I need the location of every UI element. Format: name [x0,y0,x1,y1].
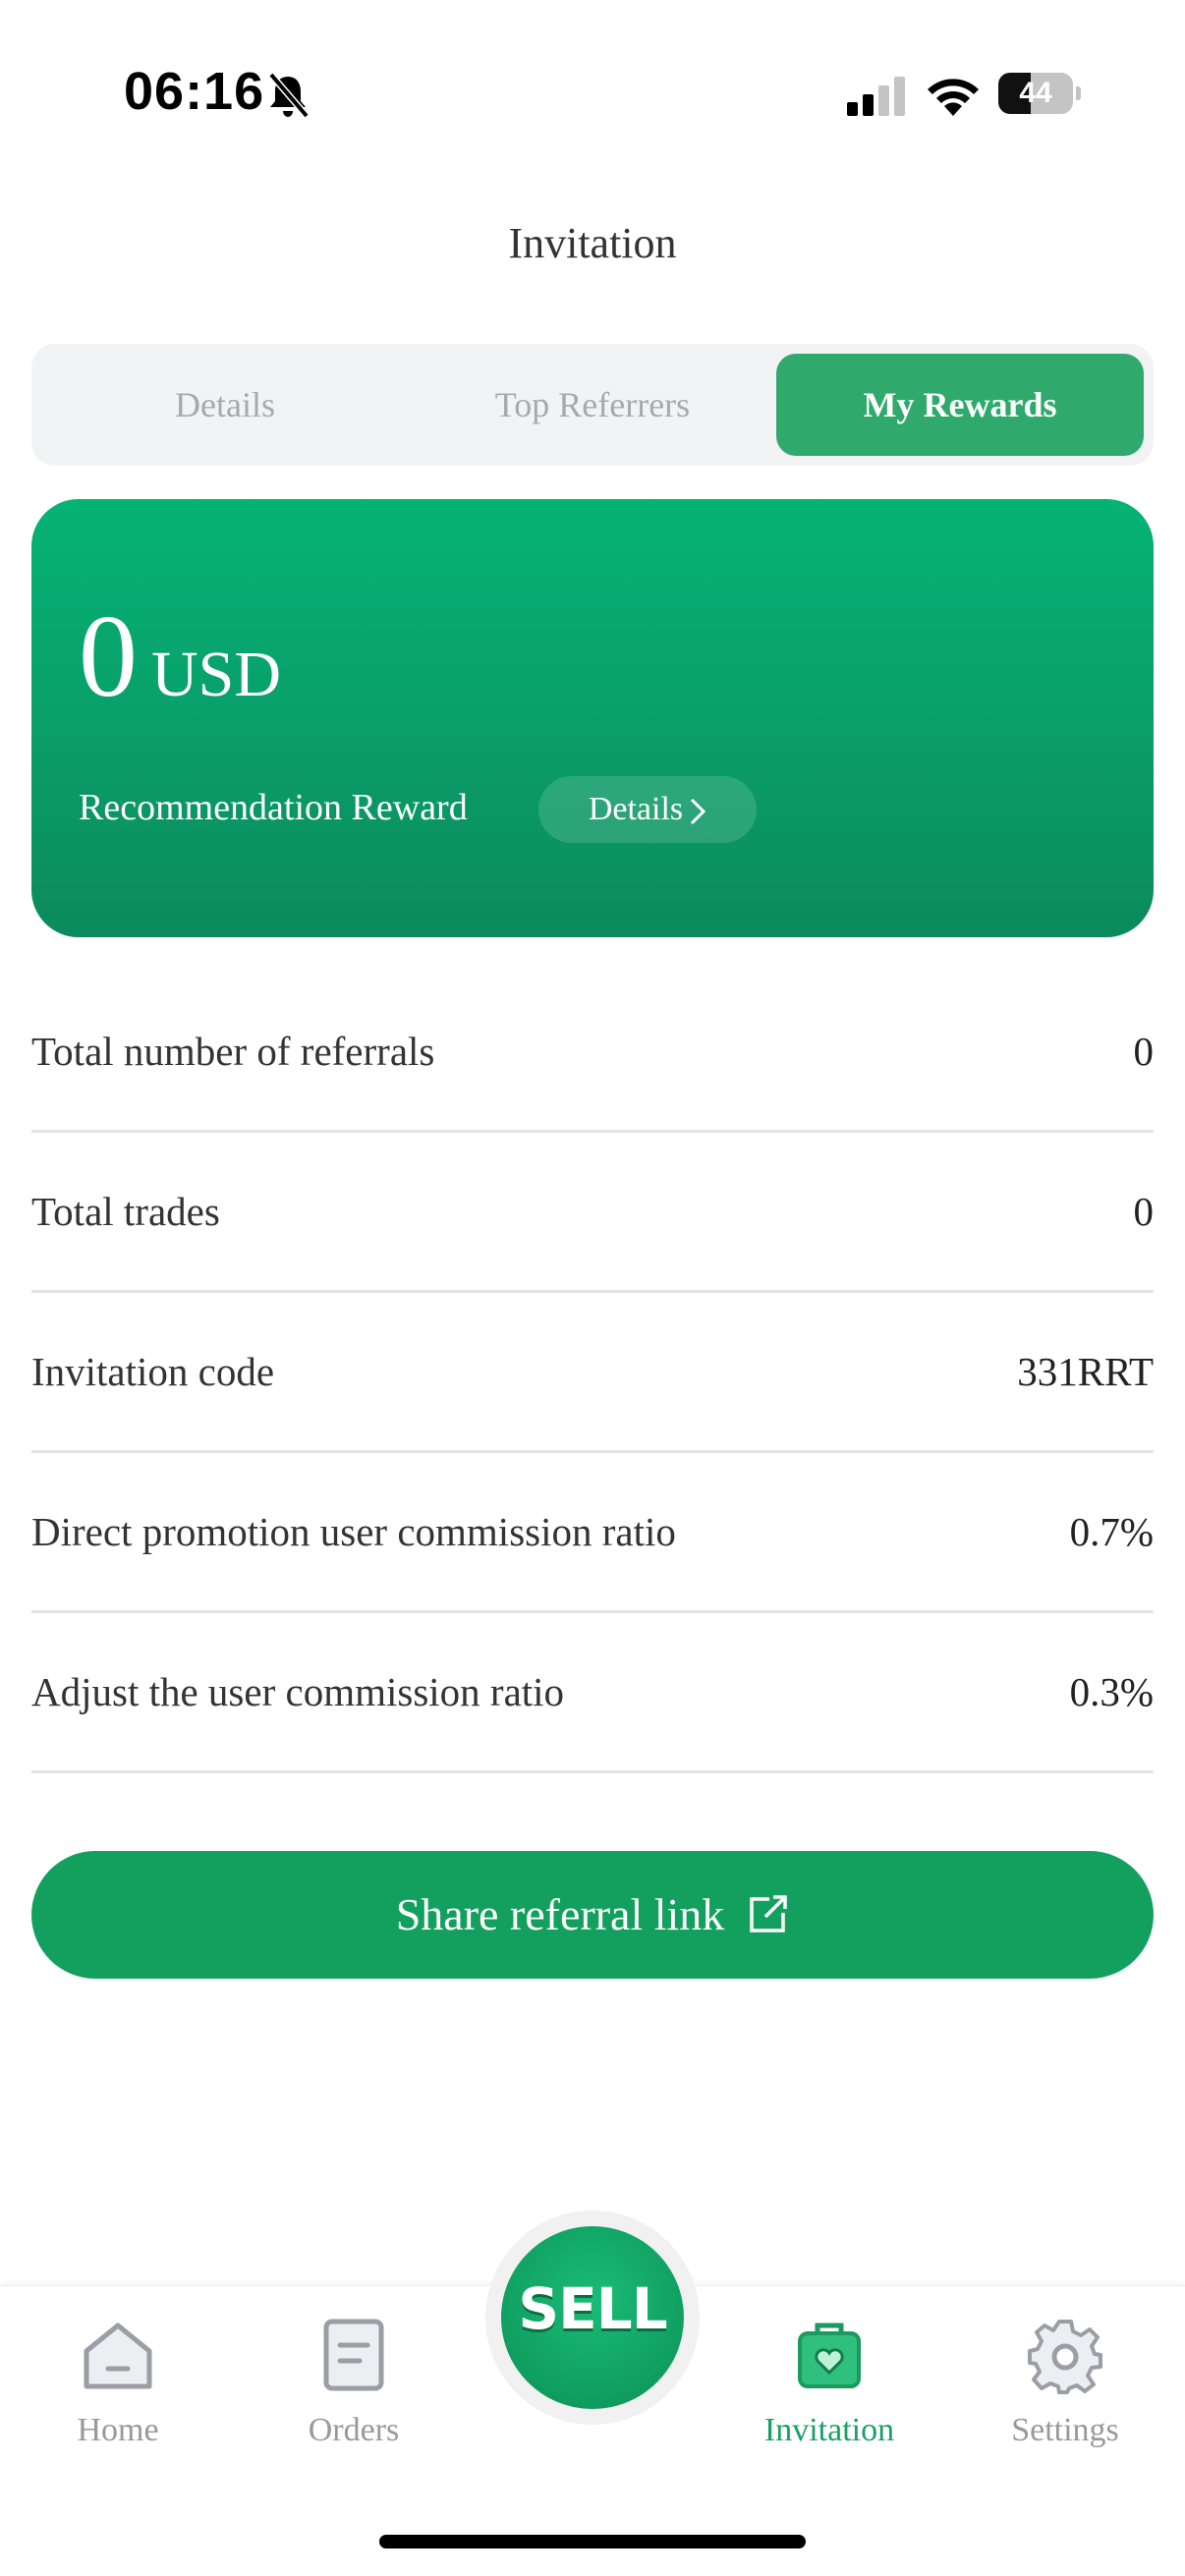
reward-currency: USD [151,639,282,710]
referral-stats-list: Total number of referrals 0 Total trades… [31,973,1154,1773]
external-link-icon [750,1895,788,1933]
info-label: Adjust the user commission ratio [31,1669,565,1714]
info-row-total-trades: Total trades 0 [31,1133,1154,1293]
info-row-adjust-commission: Adjust the user commission ratio 0.3% [31,1613,1154,1773]
nav-label: Invitation [763,2412,895,2448]
reward-label: Recommendation Reward [79,787,468,828]
nav-label: Home [77,2412,159,2448]
info-value: 0 [1133,1189,1155,1234]
info-label: Total trades [31,1189,220,1234]
nav-item-invitation[interactable]: Invitation [731,2316,928,2449]
reward-amount-value: 0 [79,590,138,721]
nav-item-home[interactable]: Home [20,2316,216,2449]
status-time: 06:16 [124,62,265,121]
wifi-icon [928,79,979,116]
info-label: Total number of referrals [31,1029,435,1074]
info-value: 0.7% [1069,1509,1154,1554]
segmented-tabs: Details Top Referrers My Rewards [31,344,1154,466]
sell-button[interactable]: SELL [501,2226,684,2409]
home-icon [84,2323,152,2389]
home-indicator [379,2535,806,2548]
page-title: Invitation [508,219,677,267]
info-value: 0 [1133,1029,1155,1074]
battery-percent: 44 [1019,77,1052,109]
info-label: Invitation code [31,1349,275,1394]
status-bar: 06:16 44 [0,0,1185,187]
info-row-invitation-code: Invitation code 331RRT [31,1293,1154,1453]
tab-my-rewards[interactable]: My Rewards [776,354,1144,456]
nav-item-settings[interactable]: Settings [967,2316,1163,2449]
share-button-label: Share referral link [395,1889,725,1939]
battery-icon: 44 [998,73,1081,114]
nav-label: Settings [1011,2412,1119,2448]
tab-details[interactable]: Details [41,354,409,456]
cellular-signal-icon [847,77,905,116]
tab-top-referrers[interactable]: Top Referrers [409,354,776,456]
gear-icon [1028,2320,1102,2394]
info-label: Direct promotion user commission ratio [31,1509,676,1554]
invitation-code-value: 331RRT [1017,1349,1154,1394]
reward-details-button[interactable]: Details [538,776,757,843]
info-row-total-referrals: Total number of referrals 0 [31,973,1154,1133]
reward-amount: 0 USD [79,597,281,715]
nav-label: Orders [308,2412,400,2448]
orders-icon [323,2319,384,2391]
sell-button-label: SELL [518,2275,667,2342]
reward-details-label: Details [588,791,684,827]
info-row-direct-commission: Direct promotion user commission ratio 0… [31,1453,1154,1613]
chevron-right-icon [691,799,706,825]
nav-item-orders[interactable]: Orders [255,2316,452,2449]
invitation-icon [798,2323,861,2388]
bell-slash-icon [268,72,310,119]
reward-card: 0 USD Recommendation Reward Details [31,499,1154,937]
info-value: 0.3% [1069,1669,1154,1714]
share-referral-link-button[interactable]: Share referral link [31,1851,1154,1979]
